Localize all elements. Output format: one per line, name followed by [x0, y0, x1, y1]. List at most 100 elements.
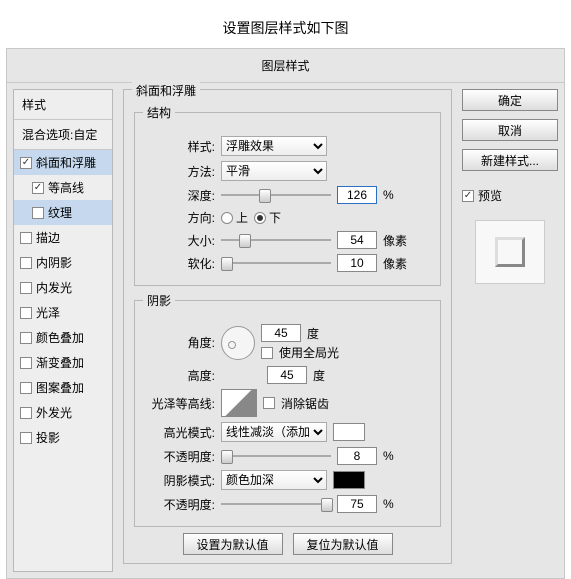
antialias-checkbox[interactable]: [263, 397, 275, 409]
shading-legend: 阴影: [143, 292, 175, 309]
preview-label: 预览: [478, 187, 502, 204]
altitude-label: 高度:: [143, 367, 215, 384]
shadow-opacity-input[interactable]: [337, 495, 377, 513]
style-item-label: 内阴影: [36, 254, 72, 271]
shadow-mode-select[interactable]: 颜色加深: [221, 470, 327, 490]
highlight-mode-label: 高光模式:: [143, 424, 215, 441]
style-item-label: 颜色叠加: [36, 329, 84, 346]
group-title-bevel: 斜面和浮雕: [132, 82, 200, 99]
styles-sidebar: 样式 混合选项:自定 斜面和浮雕等高线纹理描边内阴影内发光光泽颜色叠加渐变叠加图…: [13, 89, 113, 572]
style-item[interactable]: 图案叠加: [14, 375, 112, 400]
style-item-label: 纹理: [48, 204, 72, 221]
style-checkbox[interactable]: [20, 257, 32, 269]
highlight-opacity-slider[interactable]: [221, 449, 331, 463]
style-item-label: 投影: [36, 429, 60, 446]
style-item-label: 斜面和浮雕: [36, 154, 96, 171]
highlight-opacity-unit: %: [383, 449, 394, 463]
style-item-label: 外发光: [36, 404, 72, 421]
depth-input[interactable]: [337, 186, 377, 204]
style-checkbox[interactable]: [20, 282, 32, 294]
style-checkbox[interactable]: [20, 307, 32, 319]
gloss-contour-label: 光泽等高线:: [143, 395, 215, 412]
dialog-title: 图层样式: [7, 49, 564, 83]
style-checkbox[interactable]: [20, 357, 32, 369]
style-item[interactable]: 颜色叠加: [14, 325, 112, 350]
direction-label: 方向:: [143, 209, 215, 226]
style-select[interactable]: 浮雕效果: [221, 136, 327, 156]
style-checkbox[interactable]: [20, 232, 32, 244]
angle-label: 角度:: [143, 334, 215, 351]
make-default-button[interactable]: 设置为默认值: [183, 533, 283, 555]
size-slider[interactable]: [221, 233, 331, 247]
depth-unit: %: [383, 188, 394, 202]
style-checkbox[interactable]: [20, 432, 32, 444]
global-light-checkbox[interactable]: [261, 347, 273, 359]
highlight-opacity-label: 不透明度:: [143, 448, 215, 465]
style-item[interactable]: 渐变叠加: [14, 350, 112, 375]
style-item[interactable]: 纹理: [14, 200, 112, 225]
shadow-opacity-slider[interactable]: [221, 497, 331, 511]
style-item[interactable]: 内阴影: [14, 250, 112, 275]
size-input[interactable]: [337, 231, 377, 249]
style-item[interactable]: 光泽: [14, 300, 112, 325]
highlight-opacity-input[interactable]: [337, 447, 377, 465]
angle-input[interactable]: [261, 324, 301, 342]
reset-default-button[interactable]: 复位为默认值: [293, 533, 393, 555]
shadow-color-swatch[interactable]: [333, 471, 365, 489]
style-item[interactable]: 等高线: [14, 175, 112, 200]
altitude-unit: 度: [313, 367, 325, 384]
structure-legend: 结构: [143, 104, 175, 121]
main-panel: 斜面和浮雕 结构 样式: 浮雕效果 方法: 平滑 深度:: [123, 89, 452, 572]
new-style-button[interactable]: 新建样式...: [462, 149, 558, 171]
highlight-mode-select[interactable]: 线性减淡（添加）: [221, 422, 327, 442]
angle-dial[interactable]: [221, 326, 255, 360]
layer-style-dialog: 图层样式 样式 混合选项:自定 斜面和浮雕等高线纹理描边内阴影内发光光泽颜色叠加…: [6, 48, 565, 579]
style-item[interactable]: 内发光: [14, 275, 112, 300]
style-checkbox[interactable]: [32, 182, 44, 194]
style-label: 样式:: [143, 138, 215, 155]
structure-group: 结构 样式: 浮雕效果 方法: 平滑 深度: %: [134, 104, 441, 286]
technique-select[interactable]: 平滑: [221, 161, 327, 181]
cancel-button[interactable]: 取消: [462, 119, 558, 141]
style-item[interactable]: 描边: [14, 225, 112, 250]
style-checkbox[interactable]: [20, 157, 32, 169]
ok-button[interactable]: 确定: [462, 89, 558, 111]
depth-label: 深度:: [143, 187, 215, 204]
style-item-label: 等高线: [48, 179, 84, 196]
style-item-label: 图案叠加: [36, 379, 84, 396]
style-checkbox[interactable]: [32, 207, 44, 219]
blending-options[interactable]: 混合选项:自定: [14, 120, 112, 150]
technique-label: 方法:: [143, 163, 215, 180]
preview-checkbox[interactable]: [462, 190, 474, 202]
highlight-color-swatch[interactable]: [333, 423, 365, 441]
size-label: 大小:: [143, 232, 215, 249]
style-item-label: 内发光: [36, 279, 72, 296]
styles-header[interactable]: 样式: [14, 90, 112, 120]
soften-label: 软化:: [143, 255, 215, 272]
shadow-mode-label: 阴影模式:: [143, 472, 215, 489]
shadow-opacity-unit: %: [383, 497, 394, 511]
antialias-label: 消除锯齿: [281, 395, 329, 412]
style-item[interactable]: 投影: [14, 425, 112, 450]
style-item-label: 光泽: [36, 304, 60, 321]
right-panel: 确定 取消 新建样式... 预览: [462, 89, 558, 572]
style-checkbox[interactable]: [20, 332, 32, 344]
preview-thumbnail: [475, 220, 545, 284]
direction-up-radio[interactable]: 上: [221, 209, 248, 226]
direction-down-radio[interactable]: 下: [254, 209, 281, 226]
global-light-label: 使用全局光: [279, 344, 339, 361]
page-title: 设置图层样式如下图: [0, 0, 571, 48]
soften-slider[interactable]: [221, 256, 331, 270]
altitude-input[interactable]: [267, 366, 307, 384]
soften-input[interactable]: [337, 254, 377, 272]
style-item[interactable]: 斜面和浮雕: [14, 150, 112, 175]
gloss-contour-picker[interactable]: [221, 389, 257, 417]
style-checkbox[interactable]: [20, 382, 32, 394]
shadow-opacity-label: 不透明度:: [143, 496, 215, 513]
soften-unit: 像素: [383, 255, 407, 272]
style-checkbox[interactable]: [20, 407, 32, 419]
style-item[interactable]: 外发光: [14, 400, 112, 425]
size-unit: 像素: [383, 232, 407, 249]
style-item-label: 描边: [36, 229, 60, 246]
depth-slider[interactable]: [221, 188, 331, 202]
